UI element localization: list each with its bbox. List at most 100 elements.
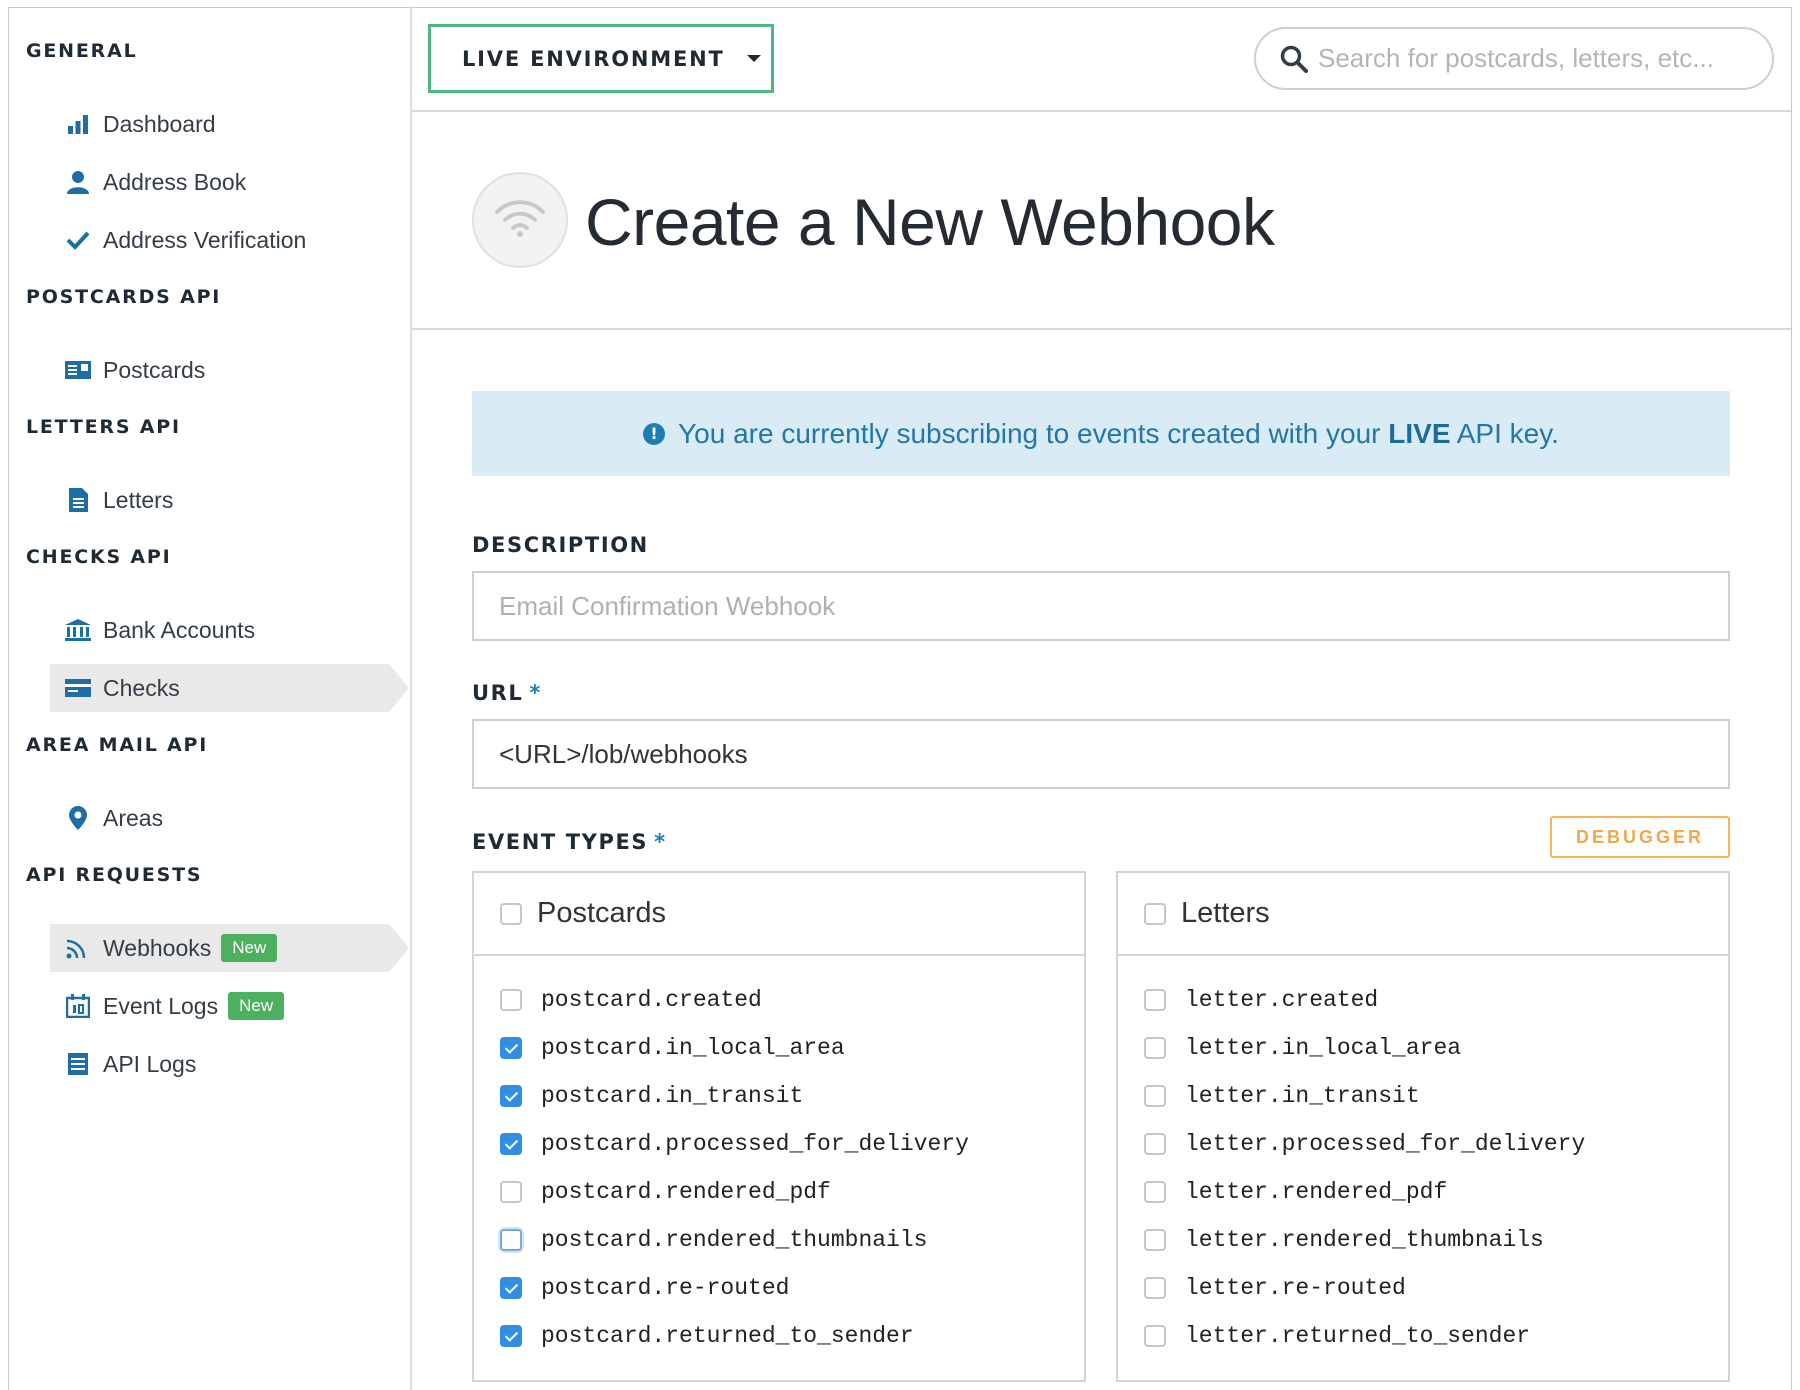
postcards-events-panel: Postcards postcard.created postcard.in_lo… <box>472 871 1086 1382</box>
event-type-label: postcard.in_local_area <box>541 1035 845 1061</box>
event-type-label: letter.re-routed <box>1185 1275 1406 1301</box>
check-card-icon <box>63 674 93 702</box>
sidebar-heading-postcards-api: POSTCARDS API <box>26 286 222 308</box>
new-badge: New <box>228 992 285 1020</box>
event-types-label-text: EVENT TYPES <box>472 830 649 854</box>
search-bar[interactable] <box>1254 27 1774 90</box>
event-checkbox[interactable] <box>1144 1085 1166 1107</box>
sidebar-item-label: Areas <box>103 804 164 831</box>
event-type-row[interactable]: postcard.processed_for_delivery <box>474 1120 1084 1168</box>
live-key-alert: ! You are currently subscribing to event… <box>472 391 1730 476</box>
webhook-avatar <box>472 172 568 268</box>
event-checkbox[interactable] <box>1144 1277 1166 1299</box>
search-input[interactable] <box>1318 43 1738 74</box>
bar-chart-icon <box>63 110 93 138</box>
sidebar-item-address-verification[interactable]: Address Verification <box>50 216 389 264</box>
sidebar-item-label: API Logs <box>103 1050 197 1077</box>
event-type-label: postcard.re-routed <box>541 1275 790 1301</box>
sidebar-item-address-book[interactable]: Address Book <box>50 158 389 206</box>
event-type-label: postcard.returned_to_sender <box>541 1323 914 1349</box>
list-icon <box>63 1050 93 1078</box>
event-checkbox[interactable] <box>1144 1325 1166 1347</box>
letters-panel-header: Letters <box>1118 873 1728 956</box>
sidebar-heading-general: GENERAL <box>26 40 138 62</box>
select-all-letters-checkbox[interactable] <box>1144 902 1166 925</box>
event-type-row[interactable]: postcard.in_transit <box>474 1072 1084 1120</box>
event-checkbox[interactable] <box>500 1181 522 1203</box>
search-icon <box>1278 43 1310 75</box>
select-all-postcards-checkbox[interactable] <box>500 902 522 925</box>
event-type-label: letter.rendered_thumbnails <box>1185 1227 1544 1253</box>
event-checkbox[interactable] <box>500 1133 522 1155</box>
event-checkbox[interactable] <box>500 989 522 1011</box>
sidebar-item-label: Dashboard <box>103 110 216 137</box>
sidebar-item-checks[interactable]: Checks <box>50 664 409 712</box>
calendar-icon <box>63 992 93 1020</box>
event-type-label: postcard.rendered_pdf <box>541 1179 831 1205</box>
event-type-row[interactable]: postcard.in_local_area <box>474 1024 1084 1072</box>
required-marker: * <box>654 830 667 854</box>
event-type-row[interactable]: postcard.created <box>474 976 1084 1024</box>
alert-message: You are currently subscribing to events … <box>678 418 1559 450</box>
url-label: URL * <box>472 681 542 705</box>
description-input[interactable] <box>472 571 1730 641</box>
event-type-row[interactable]: postcard.re-routed <box>474 1264 1084 1312</box>
url-input[interactable] <box>472 719 1730 789</box>
sidebar-item-areas[interactable]: Areas <box>50 794 389 842</box>
sidebar-item-label: Address Verification <box>103 226 307 253</box>
postcard-icon <box>63 356 93 384</box>
event-checkbox[interactable] <box>500 1037 522 1059</box>
event-type-label: letter.in_transit <box>1185 1083 1420 1109</box>
postcards-panel-header: Postcards <box>474 873 1084 956</box>
sidebar-item-letters[interactable]: Letters <box>50 476 389 524</box>
user-icon <box>63 168 93 196</box>
frame-border-right <box>1791 7 1792 1390</box>
sidebar-item-event-logs[interactable]: Event Logs New <box>50 982 389 1030</box>
event-types-label: EVENT TYPES * <box>472 830 667 854</box>
event-checkbox[interactable] <box>500 1229 522 1251</box>
environment-dropdown[interactable]: LIVE ENVIRONMENT <box>428 24 774 93</box>
event-type-row[interactable]: postcard.rendered_thumbnails <box>474 1216 1084 1264</box>
event-checkbox[interactable] <box>500 1085 522 1107</box>
checkmark-icon <box>63 226 93 254</box>
event-type-row[interactable]: letter.returned_to_sender <box>1118 1312 1728 1360</box>
event-checkbox[interactable] <box>500 1277 522 1299</box>
event-type-label: letter.returned_to_sender <box>1185 1323 1531 1349</box>
event-type-label: postcard.created <box>541 987 762 1013</box>
event-checkbox[interactable] <box>1144 989 1166 1011</box>
alert-text-after: API key. <box>1450 417 1559 449</box>
event-checkbox[interactable] <box>500 1325 522 1347</box>
sidebar-item-api-logs[interactable]: API Logs <box>50 1040 389 1088</box>
event-checkbox[interactable] <box>1144 1037 1166 1059</box>
event-type-row[interactable]: letter.created <box>1118 976 1728 1024</box>
event-type-row[interactable]: letter.rendered_thumbnails <box>1118 1216 1728 1264</box>
sidebar-item-label: Bank Accounts <box>103 616 256 643</box>
debugger-button[interactable]: DEBUGGER <box>1550 816 1730 858</box>
chevron-down-icon <box>746 55 761 62</box>
page-title: Create a New Webhook <box>585 185 1275 259</box>
sidebar-item-webhooks[interactable]: Webhooks New <box>50 924 409 972</box>
event-type-row[interactable]: letter.rendered_pdf <box>1118 1168 1728 1216</box>
event-type-row[interactable]: letter.in_transit <box>1118 1072 1728 1120</box>
event-type-row[interactable]: letter.processed_for_delivery <box>1118 1120 1728 1168</box>
wifi-icon <box>495 198 545 242</box>
event-type-label: postcard.rendered_thumbnails <box>541 1227 928 1253</box>
exclamation-icon: ! <box>643 422 666 445</box>
event-checkbox[interactable] <box>1144 1133 1166 1155</box>
event-type-row[interactable]: postcard.rendered_pdf <box>474 1168 1084 1216</box>
sidebar-item-label: Letters <box>103 486 174 513</box>
event-type-row[interactable]: letter.re-routed <box>1118 1264 1728 1312</box>
event-checkbox[interactable] <box>1144 1229 1166 1251</box>
event-type-label: postcard.processed_for_delivery <box>541 1131 969 1157</box>
sidebar-item-bank-accounts[interactable]: Bank Accounts <box>50 606 389 654</box>
event-type-row[interactable]: letter.in_local_area <box>1118 1024 1728 1072</box>
sidebar: GENERAL Dashboard Address Book Address V… <box>9 8 410 1390</box>
event-checkbox[interactable] <box>1144 1181 1166 1203</box>
required-marker: * <box>529 681 542 705</box>
topbar-divider <box>412 110 1791 112</box>
event-type-row[interactable]: postcard.returned_to_sender <box>474 1312 1084 1360</box>
sidebar-heading-api-requests: API REQUESTS <box>26 864 203 886</box>
sidebar-item-dashboard[interactable]: Dashboard <box>50 100 389 148</box>
map-pin-icon <box>63 804 93 832</box>
sidebar-item-postcards[interactable]: Postcards <box>50 346 389 394</box>
